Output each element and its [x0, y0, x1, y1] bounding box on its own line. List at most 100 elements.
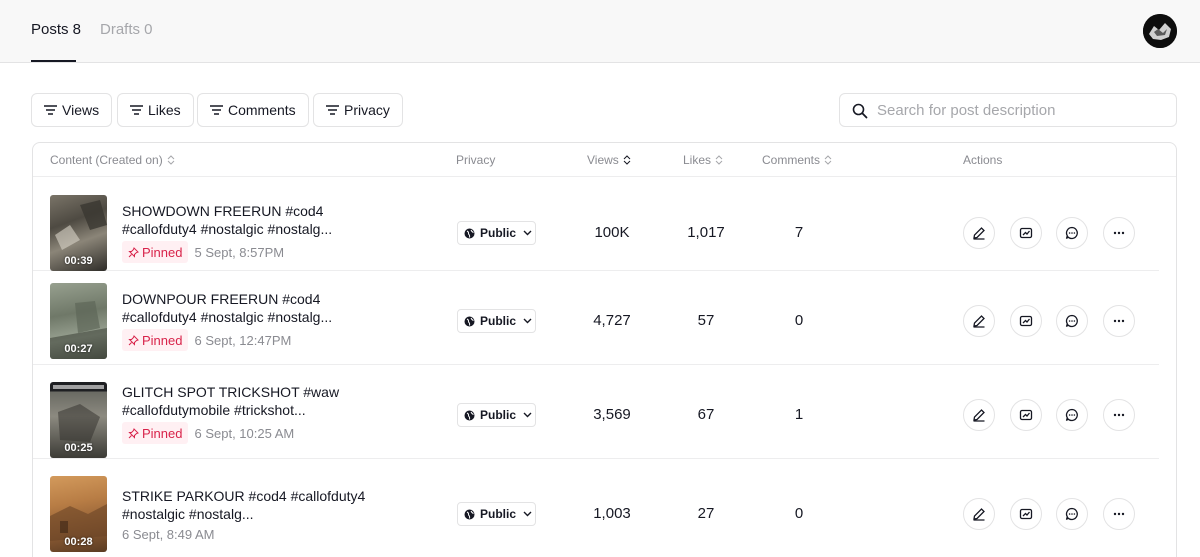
filter-privacy-button[interactable]: Privacy [313, 93, 403, 127]
pencil-icon [973, 508, 985, 521]
pencil-icon [973, 315, 985, 328]
post-meta: Pinned 6 Sept, 10:25 AM [122, 422, 294, 444]
analytics-icon [1019, 508, 1033, 520]
privacy-dropdown[interactable]: Public [457, 309, 536, 333]
header-comments[interactable]: Comments [762, 153, 832, 167]
views-count: 4,727 [593, 312, 631, 329]
sort-icon [623, 155, 631, 165]
pencil-icon [973, 409, 985, 422]
post-date: 6 Sept, 8:49 AM [122, 527, 215, 542]
search-input[interactable] [877, 94, 1167, 126]
filter-comments-button[interactable]: Comments [197, 93, 309, 127]
more-icon [1113, 319, 1125, 323]
sort-icon [824, 155, 832, 165]
post-date: 6 Sept, 10:25 AM [194, 425, 295, 441]
header-likes[interactable]: Likes [683, 153, 723, 167]
views-count: 3,569 [593, 406, 631, 423]
sort-icon [715, 155, 723, 165]
more-button[interactable] [1103, 305, 1135, 337]
comments-button[interactable] [1056, 498, 1088, 530]
posts-table: Content (Created on) Privacy Views Likes… [32, 142, 1177, 557]
filter-likes-button[interactable]: Likes [117, 93, 194, 127]
video-duration: 00:27 [64, 343, 93, 355]
video-duration: 00:25 [64, 442, 93, 454]
more-button[interactable] [1103, 498, 1135, 530]
comments-count: 0 [794, 505, 804, 522]
analytics-icon [1019, 315, 1033, 327]
table-row[interactable]: 00:27 DOWNPOUR FREERUN #cod4 #callofduty… [33, 271, 1159, 365]
edit-button[interactable] [963, 305, 995, 337]
avatar[interactable] [1143, 14, 1177, 48]
privacy-dropdown[interactable]: Public [457, 221, 536, 245]
more-button[interactable] [1103, 217, 1135, 249]
video-thumbnail[interactable]: 00:39 [50, 195, 107, 271]
sort-icon [167, 155, 175, 165]
post-meta: Pinned 6 Sept, 12:47PM [122, 329, 291, 351]
video-thumbnail[interactable]: 00:28 [50, 476, 107, 552]
likes-count: 27 [697, 505, 715, 522]
comments-button[interactable] [1056, 305, 1088, 337]
table-header: Content (Created on) Privacy Views Likes… [33, 143, 1176, 177]
post-title[interactable]: DOWNPOUR FREERUN #cod4 #callofduty4 #nos… [122, 290, 382, 326]
edit-button[interactable] [963, 498, 995, 530]
filter-privacy-label: Privacy [344, 102, 390, 118]
comments-button[interactable] [1056, 399, 1088, 431]
post-title[interactable]: STRIKE PARKOUR #cod4 #callofduty4 #nosta… [122, 487, 382, 523]
search-box [839, 93, 1177, 127]
comment-icon [1065, 226, 1078, 240]
analytics-button[interactable] [1010, 305, 1042, 337]
video-duration: 00:39 [64, 255, 93, 267]
post-title[interactable]: GLITCH SPOT TRICKSHOT #waw #callofdutymo… [122, 383, 382, 419]
post-title[interactable]: SHOWDOWN FREERUN #cod4 #callofduty4 #nos… [122, 202, 382, 238]
filter-comments-label: Comments [228, 102, 296, 118]
header-content[interactable]: Content (Created on) [50, 153, 175, 167]
views-count: 1,003 [593, 505, 631, 522]
tab-posts[interactable]: Posts 8 [31, 21, 81, 38]
filter-icon [326, 105, 339, 115]
chevron-down-icon [523, 318, 532, 324]
analytics-button[interactable] [1010, 217, 1042, 249]
more-button[interactable] [1103, 399, 1135, 431]
video-duration: 00:28 [64, 536, 93, 548]
filter-likes-label: Likes [148, 102, 181, 118]
globe-icon [464, 316, 475, 326]
pinned-badge: Pinned [122, 422, 189, 444]
table-row[interactable]: 00:39 SHOWDOWN FREERUN #cod4 #callofduty… [33, 177, 1159, 271]
views-count: 100K [594, 224, 630, 241]
tab-drafts[interactable]: Drafts 0 [100, 21, 153, 38]
header-actions: Actions [963, 153, 1003, 167]
header-views[interactable]: Views [587, 153, 631, 167]
analytics-icon [1019, 227, 1033, 239]
post-meta: Pinned 5 Sept, 8:57PM [122, 241, 284, 263]
comments-button[interactable] [1056, 217, 1088, 249]
filter-views-button[interactable]: Views [31, 93, 113, 127]
chevron-down-icon [523, 412, 532, 418]
pinned-badge: Pinned [122, 241, 189, 263]
edit-button[interactable] [963, 217, 995, 249]
post-date: 6 Sept, 12:47PM [194, 332, 292, 348]
chevron-down-icon [523, 230, 532, 236]
chevron-down-icon [523, 511, 532, 517]
pin-icon [128, 427, 139, 439]
edit-button[interactable] [963, 399, 995, 431]
globe-icon [464, 410, 475, 420]
likes-count: 1,017 [687, 224, 725, 241]
more-icon [1113, 231, 1125, 235]
pinned-badge: Pinned [122, 329, 189, 351]
table-row[interactable]: 00:28 STRIKE PARKOUR #cod4 #callofduty4 … [33, 459, 1159, 553]
filter-icon [210, 105, 223, 115]
pin-icon [128, 334, 139, 346]
privacy-dropdown[interactable]: Public [457, 502, 536, 526]
table-row[interactable]: 00:25 GLITCH SPOT TRICKSHOT #waw #callof… [33, 365, 1159, 459]
search-icon [852, 103, 868, 119]
video-thumbnail[interactable]: 00:25 [50, 382, 107, 458]
analytics-button[interactable] [1010, 399, 1042, 431]
comment-icon [1065, 314, 1078, 328]
comments-count: 7 [794, 224, 804, 241]
comment-icon [1065, 507, 1078, 521]
filter-views-label: Views [62, 102, 100, 118]
privacy-dropdown[interactable]: Public [457, 403, 536, 427]
video-thumbnail[interactable]: 00:27 [50, 283, 107, 359]
analytics-button[interactable] [1010, 498, 1042, 530]
comments-count: 0 [794, 312, 804, 329]
